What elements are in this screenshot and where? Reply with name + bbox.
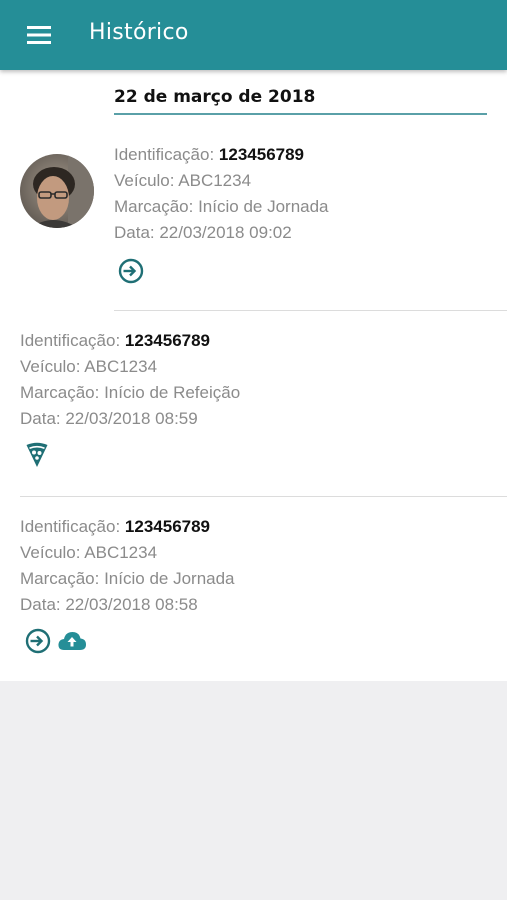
menu-icon (27, 26, 51, 44)
mark-line: Marcação: Início de Refeição (20, 383, 241, 402)
divider (20, 496, 507, 497)
vehicle-line: Veículo: ABC1234 (20, 357, 158, 376)
history-record-3[interactable]: Identificação: 123456789 Veículo: ABC123… (20, 514, 235, 618)
login-icon (25, 628, 51, 654)
page-title: Histórico (89, 20, 189, 45)
menu-button[interactable] (22, 20, 56, 50)
identification-value: 123456789 (124, 517, 211, 536)
record-2-status-icons (25, 442, 49, 468)
date-line: Data: 22/03/2018 08:59 (20, 409, 198, 428)
history-record-2[interactable]: Identificação: 123456789 Veículo: ABC123… (20, 328, 240, 432)
identification-line: Identificação: 123456789 (114, 142, 329, 168)
divider (114, 310, 507, 311)
identification-line: Identificação: 123456789 (20, 328, 240, 354)
record-3-status-icons (25, 628, 87, 654)
identification-label: Identificação: (20, 331, 121, 350)
login-icon (118, 258, 144, 284)
date-header: 22 de março de 2018 (114, 87, 487, 115)
identification-label: Identificação: (114, 145, 215, 164)
cloud-upload-icon (57, 630, 87, 652)
identification-label: Identificação: (20, 517, 121, 536)
mark-line: Marcação: Início de Jornada (114, 197, 329, 216)
identification-line: Identificação: 123456789 (20, 514, 235, 540)
mark-line: Marcação: Início de Jornada (20, 569, 235, 588)
pizza-icon (25, 442, 49, 468)
date-line: Data: 22/03/2018 09:02 (114, 223, 292, 242)
vehicle-line: Veículo: ABC1234 (114, 171, 252, 190)
identification-value: 123456789 (124, 331, 211, 350)
date-line: Data: 22/03/2018 08:58 (20, 595, 198, 614)
history-list: 22 de março de 2018 Identificação: 12345… (0, 70, 507, 681)
history-record-1[interactable]: Identificação: 123456789 Veículo: ABC123… (114, 142, 329, 246)
record-1-status-icons (118, 258, 144, 284)
vehicle-line: Veículo: ABC1234 (20, 543, 158, 562)
avatar[interactable] (20, 154, 94, 228)
app-bar: Histórico (0, 0, 507, 70)
identification-value: 123456789 (218, 145, 305, 164)
